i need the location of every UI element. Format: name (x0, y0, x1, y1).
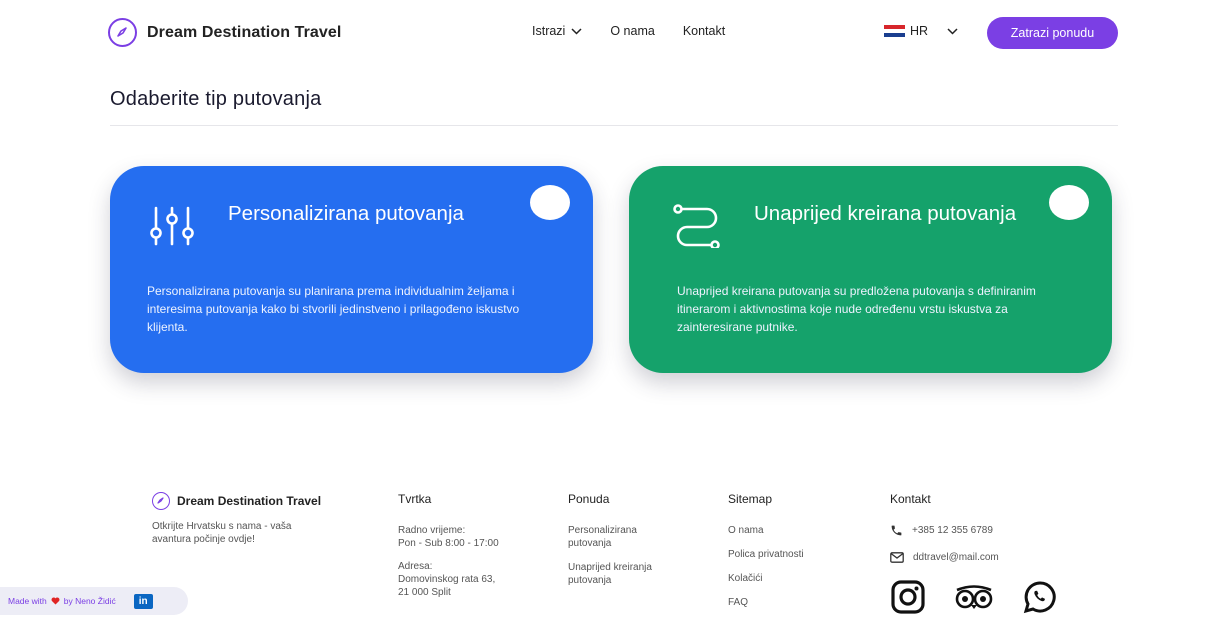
sliders-icon (148, 204, 198, 253)
compass-icon (108, 18, 137, 47)
email-link[interactable]: ddtravel@mail.com (890, 551, 999, 564)
whatsapp-icon[interactable] (1023, 580, 1057, 614)
phone-icon (891, 525, 902, 536)
heart-icon (51, 597, 60, 605)
footer-col-offer: Ponuda Personalizirana putovanja Unaprij… (568, 493, 678, 598)
instagram-icon[interactable] (891, 580, 925, 614)
footer-col-contact: Kontakt +385 12 355 6789 ddtravel@mail.c… (890, 493, 999, 578)
footer-col-company: Tvrtka Radno vrijeme: Pon - Sub 8:00 - 1… (398, 493, 499, 609)
divider (110, 125, 1118, 126)
card-predefined-travel[interactable]: Unaprijed kreirana putovanja Unaprijed k… (629, 166, 1112, 373)
made-with-author: by Neno Židić (63, 596, 116, 606)
card-select-radio[interactable] (1049, 185, 1089, 220)
address-line: Domovinskog rata 63, (398, 574, 496, 585)
main-nav: Istrazi O nama Kontakt (532, 24, 725, 38)
footer-heading: Ponuda (568, 492, 610, 506)
email-address: ddtravel@mail.com (913, 552, 999, 563)
chevron-down-icon (571, 28, 582, 35)
footer-link-personalized[interactable]: Personalizirana putovanja (568, 524, 663, 550)
footer-brand-name: Dream Destination Travel (177, 493, 322, 508)
card-description: Personalizirana putovanja su planirana p… (147, 284, 520, 334)
croatia-flag-icon (884, 24, 905, 38)
nav-explore-label: Istrazi (532, 24, 566, 38)
hours-label: Radno vrijeme: (398, 525, 466, 536)
language-code: HR (910, 24, 929, 38)
footer-heading: Kontakt (890, 492, 931, 506)
nav-explore[interactable]: Istrazi (532, 24, 582, 38)
language-selector[interactable]: HR (884, 24, 958, 38)
footer-col-sitemap: Sitemap O nama Polica privatnosti Kolači… (728, 493, 804, 620)
request-offer-button[interactable]: Zatrazi ponudu (987, 17, 1118, 49)
card-select-radio[interactable] (530, 185, 570, 220)
chevron-down-icon (947, 27, 958, 35)
footer-brand: Dream Destination Travel Otkrijte Hrvats… (152, 492, 332, 546)
compass-icon (152, 492, 170, 510)
social-links (891, 580, 1057, 614)
footer-heading: Tvrtka (398, 492, 432, 506)
made-with-prefix: Made with (8, 596, 47, 606)
footer-link-privacy[interactable]: Polica privatnosti (728, 548, 804, 561)
nav-about[interactable]: O nama (610, 24, 654, 38)
address-line: 21 000 Split (398, 587, 451, 598)
page-title: Odaberite tip putovanja (110, 88, 322, 110)
footer-link-predefined[interactable]: Unaprijed kreiranja putovanja (568, 561, 678, 587)
tripadvisor-icon[interactable] (955, 585, 993, 609)
nav-contact[interactable]: Kontakt (683, 24, 725, 38)
brand-logo[interactable]: Dream Destination Travel (108, 18, 341, 47)
route-icon (673, 204, 725, 253)
footer-link-about[interactable]: O nama (728, 524, 804, 537)
hours-value: Pon - Sub 8:00 - 17:00 (398, 538, 499, 549)
card-title: Personalizirana putovanja (228, 202, 464, 225)
site-footer: Dream Destination Travel Otkrijte Hrvats… (0, 480, 1215, 643)
footer-heading: Sitemap (728, 492, 773, 506)
mail-icon (890, 552, 904, 563)
footer-link-cookies[interactable]: Kolačići (728, 572, 804, 585)
footer-link-faq[interactable]: FAQ (728, 596, 804, 609)
site-header: Dream Destination Travel Istrazi O nama … (108, 14, 1118, 50)
phone-link[interactable]: +385 12 355 6789 (890, 524, 999, 537)
card-title: Unaprijed kreirana putovanja (754, 202, 1017, 225)
made-with-badge[interactable]: Made with by Neno Židić in (0, 587, 188, 615)
card-description: Unaprijed kreirana putovanja su predlože… (677, 284, 1036, 334)
brand-name: Dream Destination Travel (147, 23, 342, 41)
linkedin-icon[interactable]: in (133, 593, 153, 609)
address-label: Adresa: (398, 561, 433, 572)
phone-number: +385 12 355 6789 (912, 525, 993, 536)
card-personalized-travel[interactable]: Personalizirana putovanja Personaliziran… (110, 166, 593, 373)
footer-tagline: Otkrijte Hrvatsku s nama - vaša avantura… (152, 521, 292, 545)
